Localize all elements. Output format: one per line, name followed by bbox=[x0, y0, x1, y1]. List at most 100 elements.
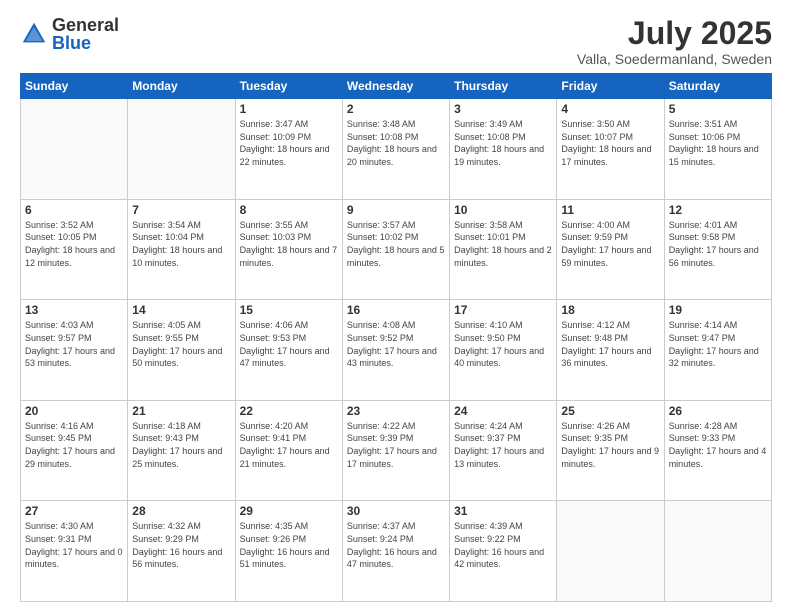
day-info: Sunrise: 3:47 AMSunset: 10:09 PMDaylight… bbox=[240, 118, 338, 168]
day-number: 16 bbox=[347, 303, 445, 317]
calendar-cell: 16 Sunrise: 4:08 AMSunset: 9:52 PMDayligh… bbox=[342, 300, 449, 401]
day-number: 19 bbox=[669, 303, 767, 317]
day-info: Sunrise: 4:18 AMSunset: 9:43 PMDaylight:… bbox=[132, 420, 230, 470]
day-number: 25 bbox=[561, 404, 659, 418]
day-number: 29 bbox=[240, 504, 338, 518]
day-number: 3 bbox=[454, 102, 552, 116]
day-info: Sunrise: 4:35 AMSunset: 9:26 PMDaylight:… bbox=[240, 520, 338, 570]
day-number: 21 bbox=[132, 404, 230, 418]
day-info: Sunrise: 3:54 AMSunset: 10:04 PMDaylight… bbox=[132, 219, 230, 269]
day-number: 18 bbox=[561, 303, 659, 317]
day-number: 5 bbox=[669, 102, 767, 116]
calendar-cell: 5 Sunrise: 3:51 AMSunset: 10:06 PMDayligh… bbox=[664, 99, 771, 200]
calendar-cell: 19Sunrise: 4:14 AMSunset: 9:47 PMDayligh… bbox=[664, 300, 771, 401]
location-subtitle: Valla, Soedermanland, Sweden bbox=[577, 51, 772, 67]
logo-blue: Blue bbox=[52, 33, 91, 53]
day-info: Sunrise: 4:06 AMSunset: 9:53 PMDaylight:… bbox=[240, 319, 338, 369]
weekday-header-sunday: Sunday bbox=[21, 74, 128, 99]
calendar-cell: 15 Sunrise: 4:06 AMSunset: 9:53 PMDayligh… bbox=[235, 300, 342, 401]
day-number: 6 bbox=[25, 203, 123, 217]
weekday-header-row: SundayMondayTuesdayWednesdayThursdayFrid… bbox=[21, 74, 772, 99]
day-number: 1 bbox=[240, 102, 338, 116]
day-number: 13 bbox=[25, 303, 123, 317]
calendar-cell: 24 Sunrise: 4:24 AMSunset: 9:37 PMDayligh… bbox=[450, 400, 557, 501]
page: General Blue July 2025 Valla, Soedermanl… bbox=[0, 0, 792, 612]
week-row-5: 27 Sunrise: 4:30 AMSunset: 9:31 PMDayligh… bbox=[21, 501, 772, 602]
day-number: 12 bbox=[669, 203, 767, 217]
day-info: Sunrise: 4:22 AMSunset: 9:39 PMDaylight:… bbox=[347, 420, 445, 470]
weekday-header-saturday: Saturday bbox=[664, 74, 771, 99]
calendar-cell bbox=[21, 99, 128, 200]
calendar-cell: 4Sunrise: 3:50 AMSunset: 10:07 PMDayligh… bbox=[557, 99, 664, 200]
calendar-cell: 22Sunrise: 4:20 AMSunset: 9:41 PMDayligh… bbox=[235, 400, 342, 501]
header: General Blue July 2025 Valla, Soedermanl… bbox=[20, 16, 772, 67]
day-number: 4 bbox=[561, 102, 659, 116]
month-title: July 2025 bbox=[577, 16, 772, 51]
calendar-cell: 23 Sunrise: 4:22 AMSunset: 9:39 PMDayligh… bbox=[342, 400, 449, 501]
calendar-cell bbox=[664, 501, 771, 602]
day-number: 23 bbox=[347, 404, 445, 418]
calendar-cell: 17 Sunrise: 4:10 AMSunset: 9:50 PMDayligh… bbox=[450, 300, 557, 401]
day-info: Sunrise: 3:51 AMSunset: 10:06 PMDaylight… bbox=[669, 118, 767, 168]
calendar-cell bbox=[128, 99, 235, 200]
logo-icon bbox=[20, 20, 48, 48]
day-info: Sunrise: 4:01 AMSunset: 9:58 PMDaylight:… bbox=[669, 219, 767, 269]
day-number: 2 bbox=[347, 102, 445, 116]
week-row-2: 6Sunrise: 3:52 AMSunset: 10:05 PMDayligh… bbox=[21, 199, 772, 300]
day-number: 28 bbox=[132, 504, 230, 518]
calendar-cell: 1 Sunrise: 3:47 AMSunset: 10:09 PMDayligh… bbox=[235, 99, 342, 200]
weekday-header-thursday: Thursday bbox=[450, 74, 557, 99]
day-number: 8 bbox=[240, 203, 338, 217]
day-info: Sunrise: 4:37 AMSunset: 9:24 PMDaylight:… bbox=[347, 520, 445, 570]
day-info: Sunrise: 4:24 AMSunset: 9:37 PMDaylight:… bbox=[454, 420, 552, 470]
day-number: 17 bbox=[454, 303, 552, 317]
day-number: 26 bbox=[669, 404, 767, 418]
calendar-cell: 8 Sunrise: 3:55 AMSunset: 10:03 PMDayligh… bbox=[235, 199, 342, 300]
day-info: Sunrise: 4:12 AMSunset: 9:48 PMDaylight:… bbox=[561, 319, 659, 369]
weekday-header-tuesday: Tuesday bbox=[235, 74, 342, 99]
day-number: 11 bbox=[561, 203, 659, 217]
week-row-4: 20 Sunrise: 4:16 AMSunset: 9:45 PMDayligh… bbox=[21, 400, 772, 501]
calendar-cell: 10Sunrise: 3:58 AMSunset: 10:01 PMDaylig… bbox=[450, 199, 557, 300]
day-number: 31 bbox=[454, 504, 552, 518]
calendar-cell: 27 Sunrise: 4:30 AMSunset: 9:31 PMDayligh… bbox=[21, 501, 128, 602]
calendar-table: SundayMondayTuesdayWednesdayThursdayFrid… bbox=[20, 73, 772, 602]
weekday-header-wednesday: Wednesday bbox=[342, 74, 449, 99]
day-info: Sunrise: 4:03 AMSunset: 9:57 PMDaylight:… bbox=[25, 319, 123, 369]
day-number: 9 bbox=[347, 203, 445, 217]
day-info: Sunrise: 4:30 AMSunset: 9:31 PMDaylight:… bbox=[25, 520, 123, 570]
logo: General Blue bbox=[20, 16, 119, 52]
day-info: Sunrise: 4:16 AMSunset: 9:45 PMDaylight:… bbox=[25, 420, 123, 470]
day-info: Sunrise: 4:08 AMSunset: 9:52 PMDaylight:… bbox=[347, 319, 445, 369]
day-number: 14 bbox=[132, 303, 230, 317]
day-number: 30 bbox=[347, 504, 445, 518]
day-info: Sunrise: 4:26 AMSunset: 9:35 PMDaylight:… bbox=[561, 420, 659, 470]
calendar-cell: 12 Sunrise: 4:01 AMSunset: 9:58 PMDayligh… bbox=[664, 199, 771, 300]
day-info: Sunrise: 4:39 AMSunset: 9:22 PMDaylight:… bbox=[454, 520, 552, 570]
day-info: Sunrise: 4:10 AMSunset: 9:50 PMDaylight:… bbox=[454, 319, 552, 369]
day-info: Sunrise: 3:57 AMSunset: 10:02 PMDaylight… bbox=[347, 219, 445, 269]
week-row-1: 1 Sunrise: 3:47 AMSunset: 10:09 PMDayligh… bbox=[21, 99, 772, 200]
weekday-header-monday: Monday bbox=[128, 74, 235, 99]
calendar-cell: 2Sunrise: 3:48 AMSunset: 10:08 PMDayligh… bbox=[342, 99, 449, 200]
calendar-cell: 20 Sunrise: 4:16 AMSunset: 9:45 PMDayligh… bbox=[21, 400, 128, 501]
day-number: 24 bbox=[454, 404, 552, 418]
calendar-cell: 21 Sunrise: 4:18 AMSunset: 9:43 PMDayligh… bbox=[128, 400, 235, 501]
calendar-cell: 3 Sunrise: 3:49 AMSunset: 10:08 PMDayligh… bbox=[450, 99, 557, 200]
day-number: 20 bbox=[25, 404, 123, 418]
calendar-cell: 28 Sunrise: 4:32 AMSunset: 9:29 PMDayligh… bbox=[128, 501, 235, 602]
calendar-cell: 25 Sunrise: 4:26 AMSunset: 9:35 PMDayligh… bbox=[557, 400, 664, 501]
day-info: Sunrise: 3:55 AMSunset: 10:03 PMDaylight… bbox=[240, 219, 338, 269]
logo-general: General bbox=[52, 15, 119, 35]
title-block: July 2025 Valla, Soedermanland, Sweden bbox=[577, 16, 772, 67]
day-number: 15 bbox=[240, 303, 338, 317]
day-info: Sunrise: 3:49 AMSunset: 10:08 PMDaylight… bbox=[454, 118, 552, 168]
day-number: 27 bbox=[25, 504, 123, 518]
calendar-cell: 14Sunrise: 4:05 AMSunset: 9:55 PMDayligh… bbox=[128, 300, 235, 401]
calendar-cell bbox=[557, 501, 664, 602]
calendar-cell: 6Sunrise: 3:52 AMSunset: 10:05 PMDayligh… bbox=[21, 199, 128, 300]
calendar-cell: 29 Sunrise: 4:35 AMSunset: 9:26 PMDayligh… bbox=[235, 501, 342, 602]
calendar-cell: 7Sunrise: 3:54 AMSunset: 10:04 PMDayligh… bbox=[128, 199, 235, 300]
day-info: Sunrise: 4:32 AMSunset: 9:29 PMDaylight:… bbox=[132, 520, 230, 570]
day-info: Sunrise: 3:58 AMSunset: 10:01 PMDaylight… bbox=[454, 219, 552, 269]
